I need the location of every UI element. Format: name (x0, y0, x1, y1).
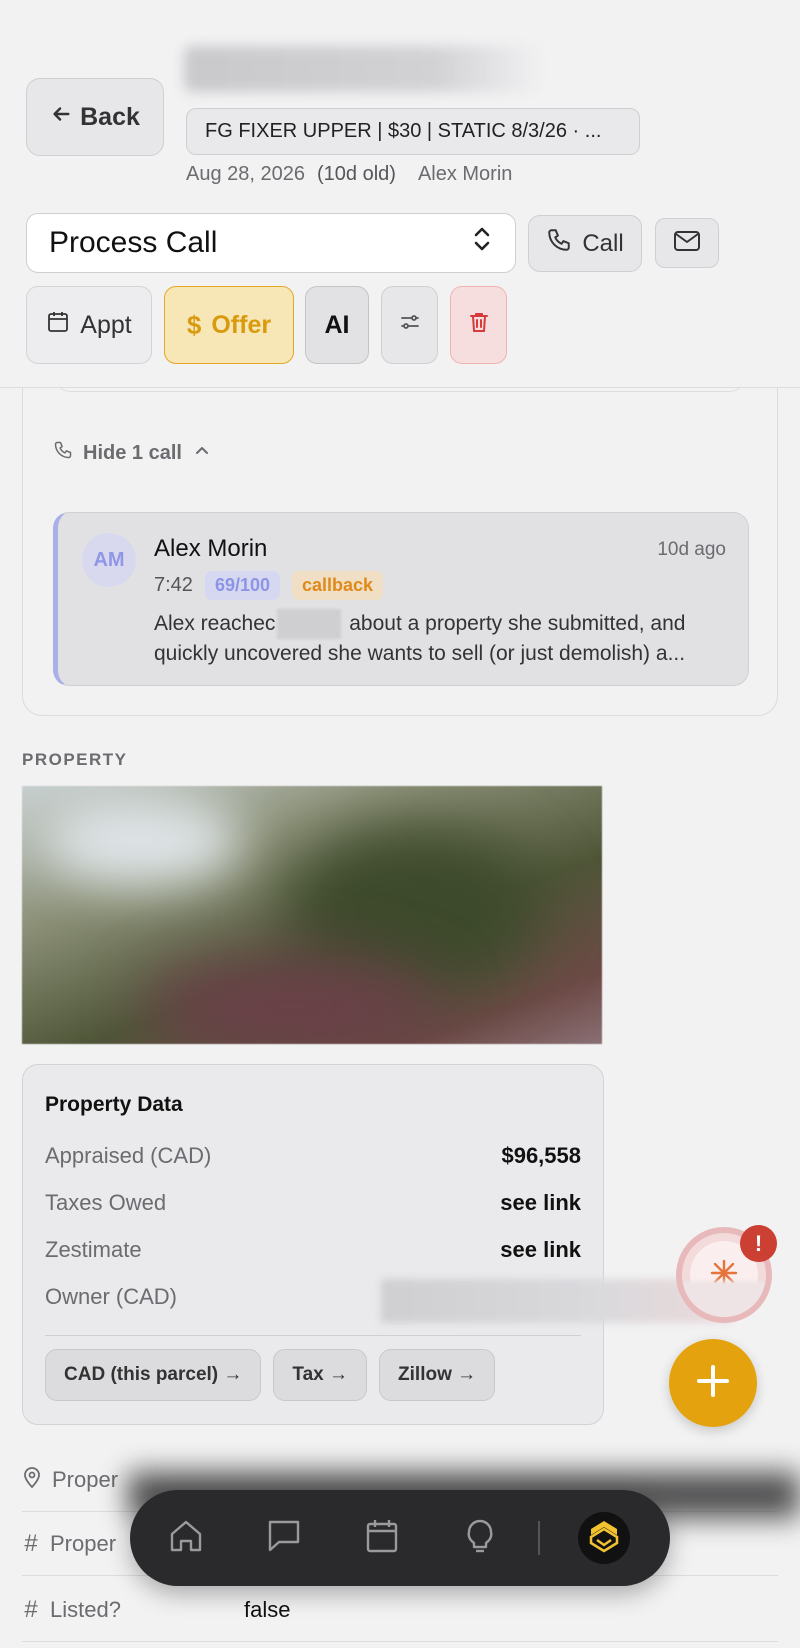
call-duration: 7:42 (154, 574, 193, 596)
call-summary: Alex reachec about a property she submit… (154, 609, 734, 668)
photo-blur-sky (42, 796, 242, 886)
offer-label: Offer (211, 310, 272, 339)
row-label: Zestimate (45, 1237, 142, 1262)
score-badge: 69/100 (204, 571, 280, 600)
call-button[interactable]: Call (528, 215, 642, 272)
call-summary-start: Alex reachec (154, 612, 276, 635)
field-label: Listed? (50, 1596, 121, 1622)
phone-icon (53, 440, 73, 466)
appointment-button[interactable]: Appt (26, 286, 152, 364)
ai-label: AI (324, 310, 350, 339)
chevron-up-icon (192, 440, 212, 466)
calendar-icon (363, 1517, 401, 1560)
field-label: Proper (52, 1466, 119, 1492)
campaign-label: FG FIXER UPPER | $30 | STATIC 8/3/26 · .… (205, 120, 602, 142)
row-label: Owner (CAD) (45, 1284, 178, 1309)
field-row-listed[interactable]: # Listed? false (22, 1578, 778, 1642)
lead-age: (10d old) (317, 163, 396, 185)
trash-icon (467, 310, 491, 341)
hide-calls-toggle[interactable]: Hide 1 call (53, 440, 212, 466)
add-button[interactable] (669, 1339, 757, 1427)
alert-badge: ! (740, 1225, 777, 1262)
zillow-link-button[interactable]: Zillow → (379, 1349, 496, 1401)
call-age: 10d ago (657, 539, 726, 560)
nav-separator (538, 1521, 540, 1555)
lead-date: Aug 28, 2026 (186, 163, 305, 185)
row-value[interactable]: see link (500, 1190, 581, 1216)
cad-link-button[interactable]: CAD (this parcel) → (45, 1349, 262, 1401)
callback-badge: callback (292, 571, 384, 600)
back-label: Back (80, 102, 140, 131)
hide-calls-label: Hide 1 call (83, 441, 182, 464)
phone-icon (546, 227, 572, 260)
lead-assignee: Alex Morin (417, 163, 513, 185)
adjustments-button[interactable] (381, 286, 438, 364)
email-button[interactable] (655, 218, 719, 268)
row-value: $96,558 (501, 1143, 581, 1168)
dollar-icon: $ (186, 309, 202, 340)
field-key: # Listed? (22, 1596, 232, 1624)
mail-icon (673, 230, 701, 257)
property-links: CAD (this parcel) → Tax → Zillow → (45, 1349, 496, 1401)
row-label: Appraised (CAD) (45, 1143, 212, 1168)
property-data-card: Property Data Appraised (CAD) $96,558 Ta… (22, 1064, 731, 1425)
row-value[interactable]: see link (500, 1237, 581, 1263)
assistant-fab-redacted (682, 1281, 766, 1317)
offer-button[interactable]: $ Offer (164, 286, 294, 364)
map-pin-icon (22, 1465, 42, 1495)
property-section-label: PROPERTY (22, 750, 128, 769)
caller-name: Alex Morin (154, 535, 268, 562)
brand-logo-icon (585, 1517, 623, 1560)
home-icon (167, 1517, 205, 1560)
avatar: AM (82, 533, 136, 587)
field-value: false (244, 1596, 291, 1622)
divider (45, 1335, 581, 1336)
nav-brand[interactable] (577, 1512, 630, 1564)
ai-button[interactable]: AI (305, 286, 369, 364)
delete-button[interactable] (450, 286, 507, 364)
calls-card: Hide 1 call AM Alex Morin 10d ago 7:42 6… (22, 360, 778, 716)
row-label: Taxes Owed (45, 1190, 167, 1215)
call-list-item[interactable]: AM Alex Morin 10d ago 7:42 69/100 callba… (53, 512, 749, 686)
chevron-up-down-icon (471, 226, 493, 260)
property-row-taxes: Taxes Owed see link (45, 1190, 581, 1216)
status-select-value: Process Call (49, 226, 218, 259)
bottom-nav (130, 1490, 670, 1586)
field-label: Proper (50, 1530, 117, 1556)
call-stats: 7:42 69/100 callback (154, 571, 384, 600)
hash-icon: # (24, 1529, 38, 1557)
property-row-zestimate: Zestimate see link (45, 1237, 581, 1263)
sliders-icon (398, 310, 422, 341)
status-select[interactable]: Process Call (26, 213, 516, 273)
nav-messages[interactable] (264, 1518, 304, 1558)
nav-calendar[interactable] (362, 1518, 402, 1558)
appt-label: Appt (80, 310, 132, 339)
call-label: Call (582, 229, 624, 257)
lead-title-redacted (184, 46, 544, 92)
calendar-icon (46, 310, 70, 341)
chat-icon (265, 1517, 303, 1560)
redacted-text (277, 609, 342, 640)
nav-home[interactable] (166, 1518, 206, 1558)
nav-ideas[interactable] (460, 1518, 500, 1558)
lead-meta: Aug 28, 2026 (10d old) Alex Morin (186, 163, 512, 186)
property-data-title: Property Data (45, 1093, 183, 1116)
campaign-chip[interactable]: FG FIXER UPPER | $30 | STATIC 8/3/26 · .… (186, 108, 640, 155)
plus-icon (693, 1361, 733, 1406)
tax-link-button[interactable]: Tax → (273, 1349, 368, 1401)
property-photo[interactable] (22, 786, 602, 1044)
lead-header: Back FG FIXER UPPER | $30 | STATIC 8/3/2… (0, 0, 800, 388)
arrow-left-icon (50, 103, 72, 132)
back-button[interactable]: Back (26, 78, 164, 156)
lightbulb-icon (461, 1517, 499, 1560)
hash-icon: # (24, 1595, 38, 1623)
property-row-appraised: Appraised (CAD) $96,558 (45, 1143, 581, 1169)
